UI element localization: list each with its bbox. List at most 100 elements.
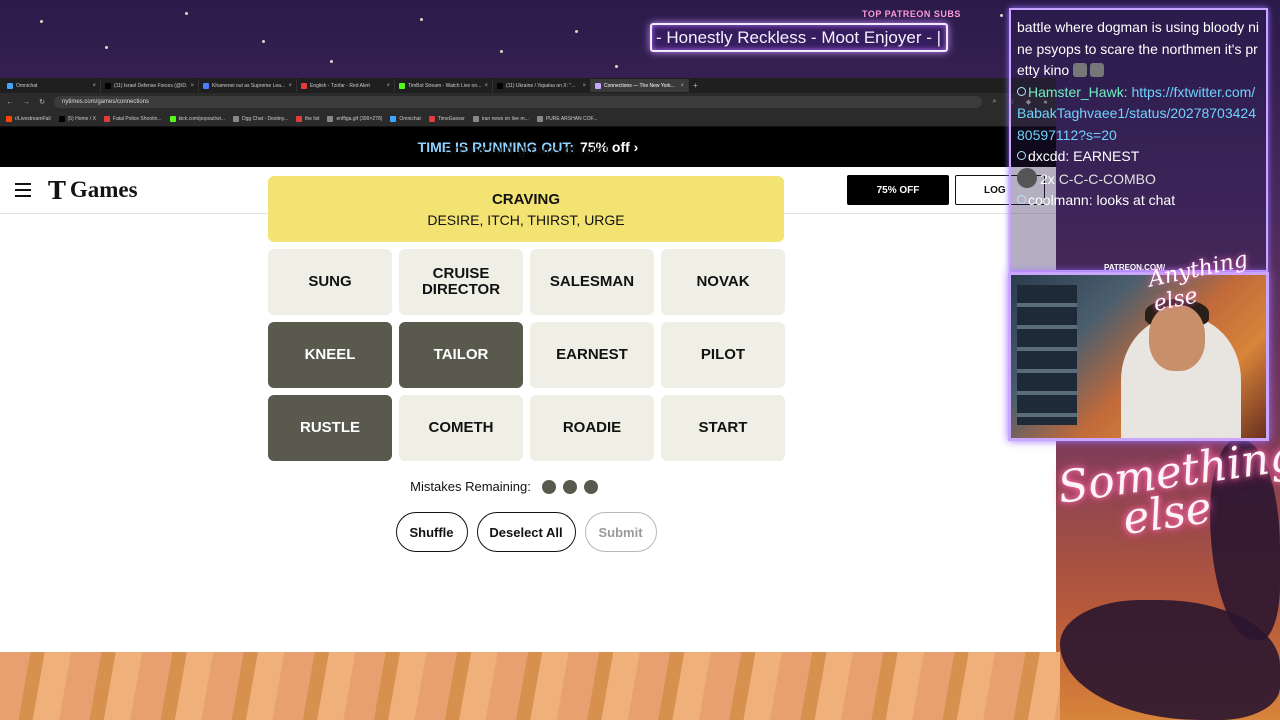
tab-favicon-icon (497, 82, 503, 89)
tab-close-icon[interactable]: × (92, 83, 96, 89)
chat-text: battle where dogman is using bloody nine… (1017, 19, 1260, 78)
chat-emote-icon (1073, 63, 1088, 77)
bookmark-item[interactable]: PURE ARSHAN COF... (536, 115, 598, 122)
word-card[interactable]: TAILOR (399, 322, 523, 388)
tab-favicon-icon (595, 82, 601, 89)
bookmark-favicon-icon (327, 115, 334, 122)
zoom-icon[interactable]: ⌕ (990, 98, 999, 106)
new-tab-icon[interactable]: + (689, 81, 698, 90)
browser-tab[interactable]: TimBot Stream - Watch Live on... × (395, 79, 493, 92)
chat-username[interactable]: coolmann: (1028, 192, 1093, 208)
browser-tab[interactable]: Connections — The New York... × (591, 79, 689, 92)
word-card[interactable]: RUSTLE (268, 395, 392, 461)
solved-group-members: DESIRE, ITCH, THIRST, URGE (427, 212, 625, 228)
instructions: Create four groups of four! (443, 141, 609, 157)
bookmark-label: the list (305, 115, 320, 122)
solved-group: CRAVING DESIRE, ITCH, THIRST, URGE (268, 176, 784, 242)
url-input[interactable]: nytimes.com/games/connections (54, 96, 982, 108)
word-card[interactable]: CRUISE DIRECTOR (399, 249, 523, 315)
tab-favicon-icon (301, 82, 307, 89)
bookmark-item[interactable]: Omnichat (390, 115, 421, 122)
chat-badge-icon (1017, 195, 1026, 204)
subscribe-offer-button[interactable]: 75% OFF (847, 175, 949, 205)
bookmark-favicon-icon (428, 115, 435, 122)
bookmark-favicon-icon (232, 115, 239, 122)
patreon-ticker: - Honestly Reckless - Moot Enjoyer - | (650, 23, 948, 52)
word-card[interactable]: ROADIE (530, 395, 654, 461)
chat-badge-icon (1017, 151, 1026, 160)
chat-username[interactable]: 2x (1040, 171, 1055, 187)
tab-close-icon[interactable]: × (680, 83, 684, 89)
submit-button[interactable]: Submit (584, 512, 657, 552)
mistake-dot (541, 479, 556, 494)
hamburger-menu-icon[interactable] (15, 183, 31, 197)
browser-tab[interactable]: (11) Ukraine / Україна on X: "... × (493, 79, 591, 92)
word-grid: SUNG CRUISE DIRECTOR SALESMAN NOVAK KNEEL TAI… (268, 249, 785, 461)
word-card[interactable]: PILOT (661, 322, 785, 388)
mistake-dot (562, 479, 577, 494)
bookmark-label: TimeGuessr (437, 115, 465, 122)
address-bar: ← → ↻ nytimes.com/games/connections ⌕ ☆ … (0, 93, 1056, 111)
bookmark-favicon-icon (390, 115, 397, 122)
forward-icon[interactable]: → (22, 99, 30, 106)
back-icon[interactable]: ← (6, 99, 14, 106)
tab-label: Omnichat (16, 82, 38, 89)
word-card[interactable]: SUNG (268, 249, 392, 315)
nyt-games-logo[interactable]: T Games (48, 176, 138, 205)
bookmark-favicon-icon (536, 115, 543, 122)
tab-favicon-icon (7, 82, 13, 89)
tab-label: Connections — The New York... (604, 82, 675, 89)
tab-close-icon[interactable]: × (386, 83, 390, 89)
bookmark-favicon-icon (472, 115, 479, 122)
bookmark-item[interactable]: Fatal Police Shootin... (103, 115, 162, 122)
word-card[interactable]: NOVAK (661, 249, 785, 315)
word-card[interactable]: COMETH (399, 395, 523, 461)
tab-bar: Omnichat × (11) Israel Defense Forces (@… (0, 78, 1056, 93)
bookmark-item[interactable]: (5) Home / X (58, 115, 96, 122)
chat-emote-icon (1090, 63, 1105, 77)
browser-tab[interactable]: English - Tzofar - Red Alert × (297, 79, 395, 92)
patreon-label: TOP PATREON SUBS (862, 9, 961, 19)
nyt-t-logo: T (48, 175, 66, 205)
reload-icon[interactable]: ↻ (38, 98, 46, 106)
bookmark-favicon-icon (169, 115, 176, 122)
bookmarks-bar: r/LivestreamFail (5) Home / X Fatal Poli… (0, 111, 1056, 127)
bookmark-item[interactable]: the list (296, 115, 320, 122)
tab-label: TimBot Stream - Watch Live on... (408, 82, 482, 89)
mistake-dot (583, 479, 598, 494)
tab-label: (11) Israel Defense Forces (@ID... (114, 82, 188, 89)
tab-favicon-icon (399, 82, 405, 89)
chat-message: 2x C-C-C-COMBO (1017, 167, 1260, 191)
tab-favicon-icon (105, 82, 111, 89)
bookmark-item[interactable]: enffiga.gif (399×278) (327, 115, 382, 122)
stream-chat: battle where dogman is using bloody nine… (1009, 8, 1268, 272)
bookmark-item[interactable]: Dgg Chat - Destiny... (232, 115, 288, 122)
word-card[interactable]: KNEEL (268, 322, 392, 388)
chat-text: C-C-C-COMBO (1058, 170, 1156, 187)
bookmark-label: PURE ARSHAN COF... (545, 115, 598, 122)
bookmark-label: r/LivestreamFail (15, 115, 51, 122)
word-card[interactable]: START (661, 395, 785, 461)
tab-close-icon[interactable]: × (288, 83, 292, 89)
bookmark-item[interactable]: iran news on live m... (472, 115, 529, 122)
chat-username[interactable]: dxcdd: (1028, 148, 1069, 164)
tab-close-icon[interactable]: × (484, 83, 488, 89)
shuffle-button[interactable]: Shuffle (395, 512, 468, 552)
browser-tab[interactable]: (11) Israel Defense Forces (@ID... × (101, 79, 199, 92)
bookmark-item[interactable]: TimeGuessr (428, 115, 465, 122)
bookmark-item[interactable]: r/LivestreamFail (6, 115, 51, 122)
tab-close-icon[interactable]: × (582, 83, 586, 89)
bookmark-label: iran news on live m... (481, 115, 529, 122)
game-controls: Shuffle Deselect All Submit (0, 512, 1052, 552)
tab-label: Khamenei out as Supreme Lea... (212, 82, 286, 89)
bookmark-label: Omnichat (399, 115, 421, 122)
tab-close-icon[interactable]: × (190, 83, 194, 89)
word-card[interactable]: SALESMAN (530, 249, 654, 315)
deselect-all-button[interactable]: Deselect All (476, 512, 576, 552)
browser-tab[interactable]: Omnichat × (3, 79, 101, 92)
word-card[interactable]: EARNEST (530, 322, 654, 388)
browser-tab[interactable]: Khamenei out as Supreme Lea... × (199, 79, 297, 92)
bookmark-item[interactable]: kick.com/popout/wi... (169, 115, 225, 122)
chat-username[interactable]: Hamster_Hawk: (1028, 84, 1128, 100)
combo-emote-icon (1017, 167, 1037, 188)
